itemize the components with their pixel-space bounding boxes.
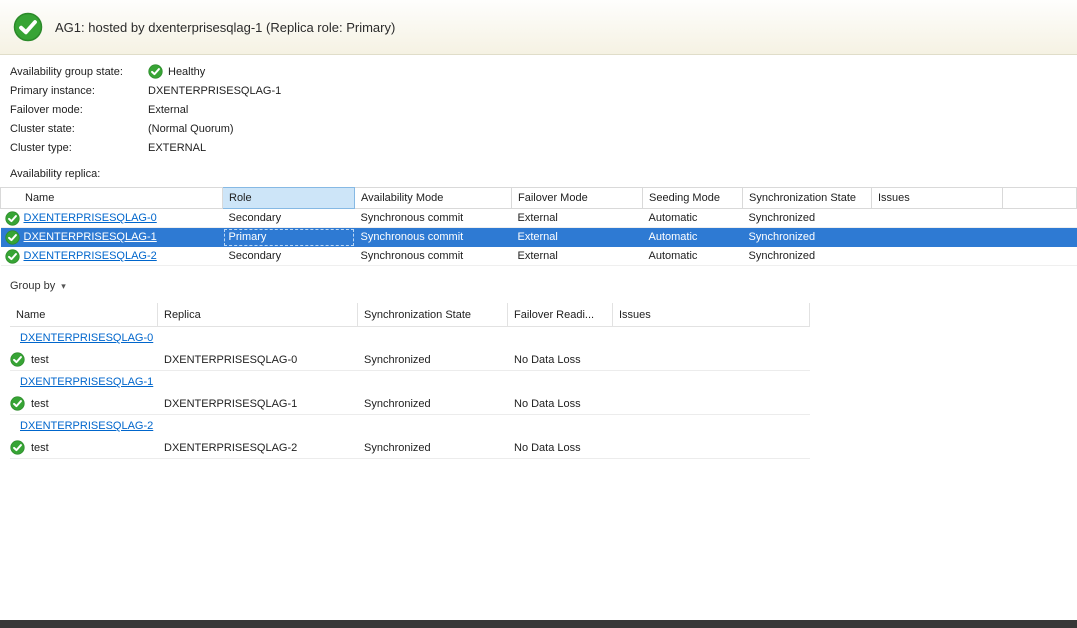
summary-row-group-state: Availability group state: Healthy bbox=[10, 62, 1077, 81]
databases-table: Name Replica Synchronization State Failo… bbox=[10, 303, 810, 459]
database-name: test bbox=[31, 442, 49, 454]
dashboard-header: AG1: hosted by dxenterprisesqlag-1 (Repl… bbox=[0, 0, 1077, 55]
db-column-header-failover-readiness[interactable]: Failover Readi... bbox=[508, 303, 613, 326]
group-state-label: Availability group state: bbox=[10, 66, 148, 78]
replicas-table: Name Role Availability Mode Failover Mod… bbox=[0, 187, 1077, 266]
group-by-label: Group by bbox=[10, 280, 55, 292]
replica-group-link[interactable]: DXENTERPRISESQLAG-0 bbox=[20, 332, 153, 344]
column-header-name[interactable]: Name bbox=[1, 188, 223, 209]
database-replica: DXENTERPRISESQLAG-0 bbox=[158, 354, 358, 366]
cluster-state-label: Cluster state: bbox=[10, 123, 148, 135]
database-failover-readiness: No Data Loss bbox=[508, 398, 613, 410]
replica-group-header-2[interactable]: DXENTERPRISESQLAG-2 bbox=[10, 415, 810, 437]
database-row-1[interactable]: test DXENTERPRISESQLAG-1 Synchronized No… bbox=[10, 393, 810, 415]
primary-instance-value: DXENTERPRISESQLAG-1 bbox=[148, 85, 281, 97]
replica-availability-mode: Synchronous commit bbox=[355, 247, 512, 266]
replica-group-header-1[interactable]: DXENTERPRISESQLAG-1 bbox=[10, 371, 810, 393]
page-title: AG1: hosted by dxenterprisesqlag-1 (Repl… bbox=[55, 20, 395, 35]
database-ok-icon bbox=[10, 396, 25, 411]
database-name: test bbox=[31, 398, 49, 410]
replica-filler-cell bbox=[1003, 247, 1077, 266]
replica-row-2[interactable]: DXENTERPRISESQLAG-2 Secondary Synchronou… bbox=[1, 247, 1077, 266]
database-row-0[interactable]: test DXENTERPRISESQLAG-0 Synchronized No… bbox=[10, 349, 810, 371]
replica-group-link[interactable]: DXENTERPRISESQLAG-2 bbox=[20, 420, 153, 432]
replica-row-1-selected[interactable]: DXENTERPRISESQLAG-1 Primary Synchronous … bbox=[1, 228, 1077, 247]
replica-synchronization-state: Synchronized bbox=[743, 209, 872, 228]
cluster-type-label: Cluster type: bbox=[10, 142, 148, 154]
failover-mode-value: External bbox=[148, 104, 188, 116]
db-column-header-issues[interactable]: Issues bbox=[613, 303, 810, 326]
replica-seeding-mode: Automatic bbox=[643, 247, 743, 266]
replica-filler-cell bbox=[1003, 209, 1077, 228]
db-column-header-name[interactable]: Name bbox=[10, 303, 158, 326]
column-header-issues[interactable]: Issues bbox=[872, 188, 1003, 209]
replica-name-link[interactable]: DXENTERPRISESQLAG-2 bbox=[24, 250, 157, 262]
column-header-synchronization-state[interactable]: Synchronization State bbox=[743, 188, 872, 209]
replica-role: Primary bbox=[223, 228, 355, 247]
replica-name-link[interactable]: DXENTERPRISESQLAG-1 bbox=[24, 231, 157, 243]
replica-ok-icon bbox=[5, 230, 20, 245]
replica-role: Secondary bbox=[223, 247, 355, 266]
healthy-status-icon bbox=[148, 64, 163, 79]
database-failover-readiness: No Data Loss bbox=[508, 354, 613, 366]
chevron-down-icon: ▾ bbox=[61, 281, 66, 292]
column-header-seeding-mode[interactable]: Seeding Mode bbox=[643, 188, 743, 209]
database-failover-readiness: No Data Loss bbox=[508, 442, 613, 454]
bottom-bar bbox=[0, 620, 1077, 628]
group-state-value: Healthy bbox=[168, 66, 205, 78]
replica-row-0[interactable]: DXENTERPRISESQLAG-0 Secondary Synchronou… bbox=[1, 209, 1077, 228]
replica-synchronization-state: Synchronized bbox=[743, 247, 872, 266]
summary-row-primary-instance: Primary instance: DXENTERPRISESQLAG-1 bbox=[10, 81, 1077, 100]
database-ok-icon bbox=[10, 440, 25, 455]
replica-group-link[interactable]: DXENTERPRISESQLAG-1 bbox=[20, 376, 153, 388]
replica-issues bbox=[872, 209, 1003, 228]
health-ok-icon bbox=[13, 12, 43, 42]
database-synchronization-state: Synchronized bbox=[358, 354, 508, 366]
column-header-role[interactable]: Role bbox=[223, 188, 355, 209]
replica-name-link[interactable]: DXENTERPRISESQLAG-0 bbox=[24, 212, 157, 224]
replica-failover-mode: External bbox=[512, 247, 643, 266]
replica-group-header-0[interactable]: DXENTERPRISESQLAG-0 bbox=[10, 327, 810, 349]
db-column-header-synchronization-state[interactable]: Synchronization State bbox=[358, 303, 508, 326]
database-synchronization-state: Synchronized bbox=[358, 442, 508, 454]
group-by-dropdown[interactable]: Group by ▾ bbox=[10, 280, 66, 292]
replicas-header-row: Name Role Availability Mode Failover Mod… bbox=[1, 188, 1077, 209]
database-ok-icon bbox=[10, 352, 25, 367]
column-header-filler bbox=[1003, 188, 1077, 209]
replica-availability-mode: Synchronous commit bbox=[355, 228, 512, 247]
db-column-header-replica[interactable]: Replica bbox=[158, 303, 358, 326]
primary-instance-label: Primary instance: bbox=[10, 85, 148, 97]
cluster-state-value: (Normal Quorum) bbox=[148, 123, 234, 135]
cluster-type-value: EXTERNAL bbox=[148, 142, 206, 154]
summary-row-cluster-state: Cluster state: (Normal Quorum) bbox=[10, 119, 1077, 138]
replica-issues bbox=[872, 247, 1003, 266]
database-replica: DXENTERPRISESQLAG-1 bbox=[158, 398, 358, 410]
summary-panel: Availability group state: Healthy Primar… bbox=[0, 55, 1077, 157]
replica-filler-cell bbox=[1003, 228, 1077, 247]
databases-header-row: Name Replica Synchronization State Failo… bbox=[10, 303, 810, 327]
summary-row-failover-mode: Failover mode: External bbox=[10, 100, 1077, 119]
availability-replica-label: Availability replica: bbox=[10, 168, 1077, 180]
replica-synchronization-state: Synchronized bbox=[743, 228, 872, 247]
replica-failover-mode: External bbox=[512, 209, 643, 228]
database-name: test bbox=[31, 354, 49, 366]
replica-ok-icon bbox=[5, 211, 20, 226]
failover-mode-label: Failover mode: bbox=[10, 104, 148, 116]
database-synchronization-state: Synchronized bbox=[358, 398, 508, 410]
database-row-2[interactable]: test DXENTERPRISESQLAG-2 Synchronized No… bbox=[10, 437, 810, 459]
replica-seeding-mode: Automatic bbox=[643, 228, 743, 247]
replica-failover-mode: External bbox=[512, 228, 643, 247]
column-header-failover-mode[interactable]: Failover Mode bbox=[512, 188, 643, 209]
replica-role: Secondary bbox=[223, 209, 355, 228]
replica-ok-icon bbox=[5, 249, 20, 264]
database-replica: DXENTERPRISESQLAG-2 bbox=[158, 442, 358, 454]
replica-issues bbox=[872, 228, 1003, 247]
replica-availability-mode: Synchronous commit bbox=[355, 209, 512, 228]
summary-row-cluster-type: Cluster type: EXTERNAL bbox=[10, 138, 1077, 157]
availability-group-dashboard: AG1: hosted by dxenterprisesqlag-1 (Repl… bbox=[0, 0, 1077, 459]
replica-seeding-mode: Automatic bbox=[643, 209, 743, 228]
column-header-availability-mode[interactable]: Availability Mode bbox=[355, 188, 512, 209]
